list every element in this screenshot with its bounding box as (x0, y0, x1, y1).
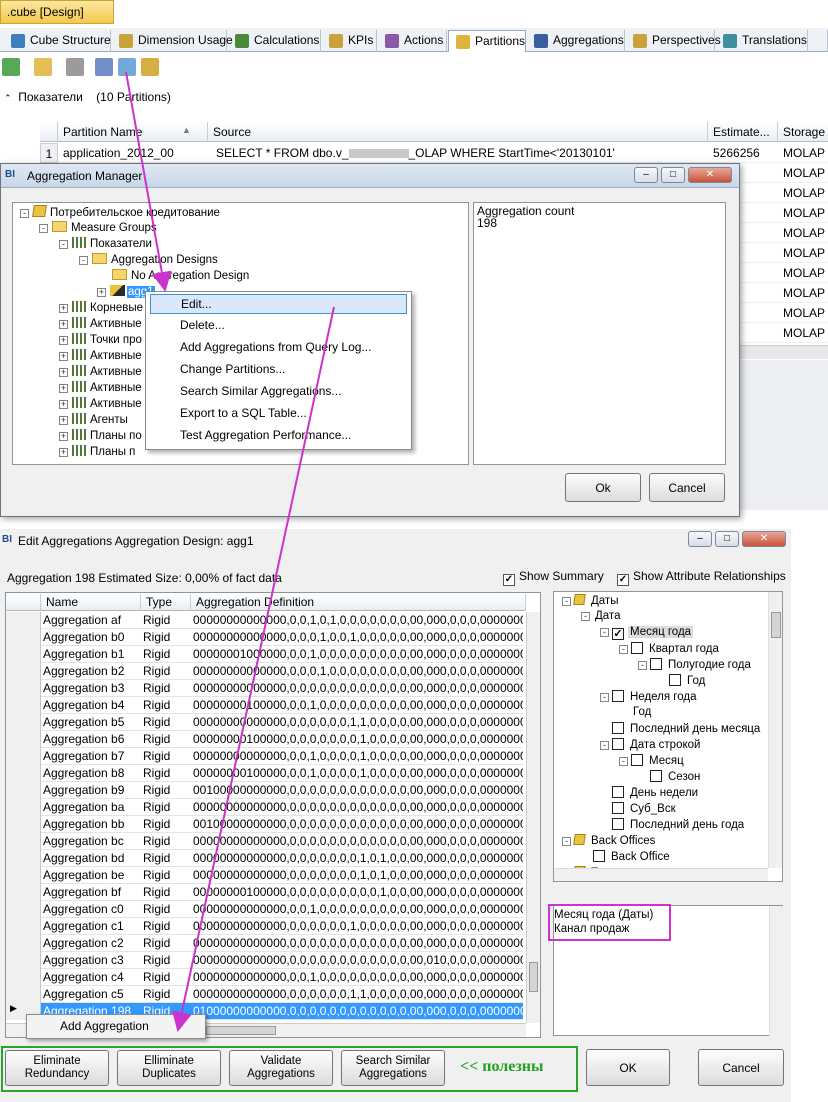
arrow-to-agg1 (125, 71, 172, 292)
arrow-to-add-aggregation (172, 306, 335, 1032)
annotation-arrows (125, 71, 335, 1032)
